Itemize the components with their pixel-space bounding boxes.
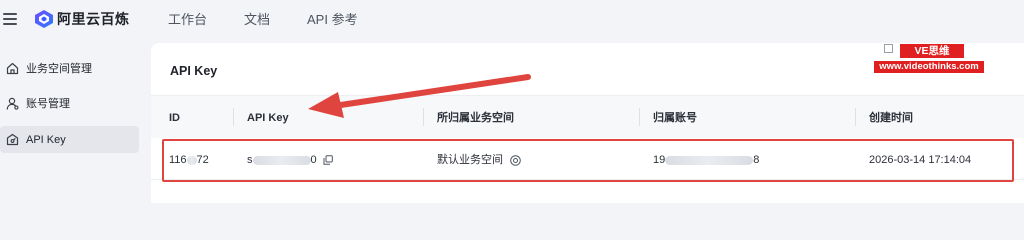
column-separator <box>855 108 856 126</box>
top-navigation-bar: 阿里云百炼 工作台 文档 API 参考 <box>0 0 1024 40</box>
column-header-id: ID <box>169 112 180 124</box>
sidebar-item-label: 业务空间管理 <box>26 63 92 75</box>
watermark-badge: VE思维 <box>900 44 964 58</box>
watermark-url: www.videothinks.com <box>874 61 984 73</box>
copy-icon[interactable] <box>323 155 333 165</box>
sidebar-item-account-management[interactable]: 账号管理 <box>0 90 139 117</box>
menu-icon[interactable] <box>3 13 17 25</box>
nav-workbench[interactable]: 工作台 <box>168 12 207 28</box>
column-separator <box>423 108 424 126</box>
column-header-created-time: 创建时间 <box>869 112 913 124</box>
redacted-id <box>186 155 197 165</box>
table-header: ID API Key 所归属业务空间 归属账号 创建时间 <box>151 96 1024 138</box>
sidebar: 业务空间管理 账号管理 API Key <box>0 40 150 203</box>
column-header-workspace: 所归属业务空间 <box>437 112 514 124</box>
divider <box>151 179 1024 180</box>
column-header-account: 归属账号 <box>653 112 697 124</box>
column-separator <box>233 108 234 126</box>
house-icon <box>6 62 19 75</box>
account-prefix: 19 <box>653 154 666 166</box>
brand-name[interactable]: 阿里云百炼 <box>57 11 130 28</box>
table-row[interactable]: 116 72 s0 默认业务空间 19 8 2026-03-14 17:14:04 <box>151 138 1024 179</box>
page-title: API Key <box>170 64 218 78</box>
id-visible-prefix: 116 <box>169 154 187 166</box>
sidebar-item-workspace-management[interactable]: 业务空间管理 <box>0 55 139 82</box>
bailian-logo-icon[interactable] <box>35 10 53 28</box>
id-visible-suffix: 72 <box>196 154 209 166</box>
redacted-api-key <box>252 155 311 165</box>
nav-docs[interactable]: 文档 <box>244 12 270 28</box>
cell-id: 116 72 <box>169 153 209 167</box>
cell-account: 19 8 <box>653 153 759 167</box>
redacted-account <box>665 155 754 165</box>
column-header-api-key: API Key <box>247 112 289 124</box>
cell-workspace: 默认业务空间 <box>437 153 521 167</box>
key-icon <box>6 133 19 146</box>
user-icon <box>6 97 19 110</box>
sidebar-item-api-key[interactable]: API Key <box>0 126 139 153</box>
column-separator <box>639 108 640 126</box>
checkbox-icon <box>884 44 893 53</box>
account-suffix: 8 <box>753 154 760 166</box>
cell-api-key: s0 <box>247 153 333 167</box>
info-icon[interactable] <box>510 154 521 166</box>
api-key-prefix: s <box>247 154 253 166</box>
cell-created-time: 2026-03-14 17:14:04 <box>869 154 972 166</box>
sidebar-item-label: API Key <box>26 134 66 146</box>
api-key-suffix: 0 <box>310 154 317 166</box>
sidebar-item-label: 账号管理 <box>26 98 70 110</box>
workspace-name[interactable]: 默认业务空间 <box>437 154 503 166</box>
nav-api-reference[interactable]: API 参考 <box>307 12 358 28</box>
